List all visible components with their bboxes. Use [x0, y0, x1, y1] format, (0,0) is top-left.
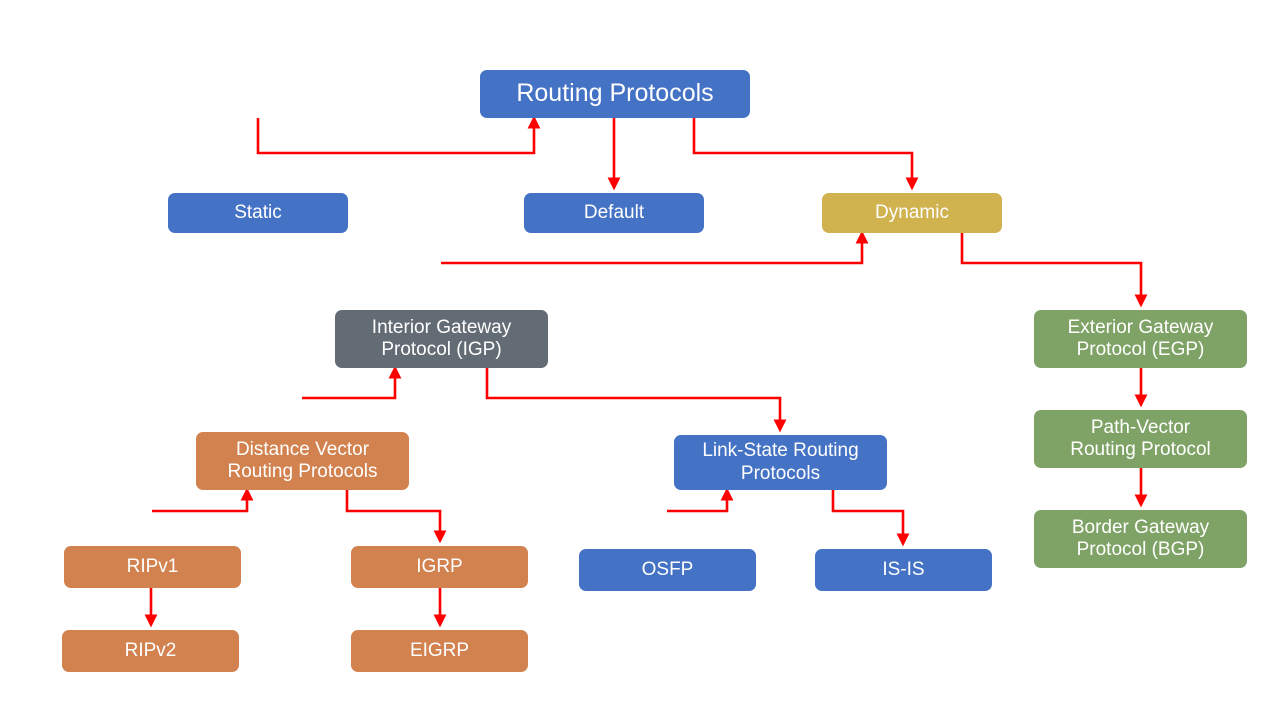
node-igrp[interactable]: IGRP	[351, 546, 528, 588]
node-egp[interactable]: Exterior Gateway Protocol (EGP)	[1034, 310, 1247, 368]
node-label-static: Static	[234, 201, 282, 223]
connector-dv-ripv1	[152, 487, 254, 513]
node-label-isis: IS-IS	[882, 558, 925, 580]
connector-root-dynamic	[692, 118, 919, 191]
node-dynamic[interactable]: Dynamic	[822, 193, 1002, 233]
connector-dynamic-igp	[441, 230, 869, 265]
node-osfp[interactable]: OSFP	[579, 549, 756, 591]
node-label-ripv2: RIPv2	[124, 639, 177, 661]
node-label-dv: Distance Vector Routing Protocols	[227, 438, 378, 482]
node-pathvector[interactable]: Path-Vector Routing Protocol	[1034, 410, 1247, 468]
node-ls[interactable]: Link-State Routing Protocols	[674, 435, 887, 490]
connector-dynamic-egp	[960, 233, 1148, 308]
node-label-ls: Link-State Routing Protocols	[702, 440, 859, 484]
connector-igp-ls	[485, 368, 787, 433]
node-label-bgp: Border Gateway Protocol (BGP)	[1071, 516, 1210, 560]
node-static[interactable]: Static	[168, 193, 348, 233]
node-default[interactable]: Default	[524, 193, 704, 233]
node-label-igp: Interior Gateway Protocol (IGP)	[371, 316, 512, 360]
connector-ls-osfp	[667, 487, 734, 513]
connector-ls-isis	[831, 490, 910, 547]
node-label-default: Default	[583, 201, 645, 223]
connector-dv-igrp	[345, 490, 447, 544]
node-bgp[interactable]: Border Gateway Protocol (BGP)	[1034, 510, 1247, 568]
diagram-canvas: Routing Protocols Static Default Dynamic Int…	[0, 0, 1280, 720]
node-ripv1[interactable]: RIPv1	[64, 546, 241, 588]
node-root[interactable]: Routing Protocols	[480, 70, 750, 118]
node-label-osfp: OSFP	[641, 558, 694, 580]
node-ripv2[interactable]: RIPv2	[62, 630, 239, 672]
connector-igp-dv	[302, 365, 402, 400]
node-eigrp[interactable]: EIGRP	[351, 630, 528, 672]
node-label-dynamic: Dynamic	[875, 201, 949, 223]
node-label-pathvector: Path-Vector Routing Protocol	[1070, 416, 1211, 460]
node-igp[interactable]: Interior Gateway Protocol (IGP)	[335, 310, 548, 368]
node-label-eigrp: EIGRP	[409, 639, 470, 661]
node-label-root: Routing Protocols	[516, 79, 714, 108]
node-label-ripv1: RIPv1	[126, 555, 179, 577]
node-label-egp: Exterior Gateway Protocol (EGP)	[1067, 316, 1214, 360]
node-isis[interactable]: IS-IS	[815, 549, 992, 591]
node-label-igrp: IGRP	[416, 555, 463, 577]
node-dv[interactable]: Distance Vector Routing Protocols	[196, 432, 409, 490]
connector-root-static	[256, 115, 541, 155]
